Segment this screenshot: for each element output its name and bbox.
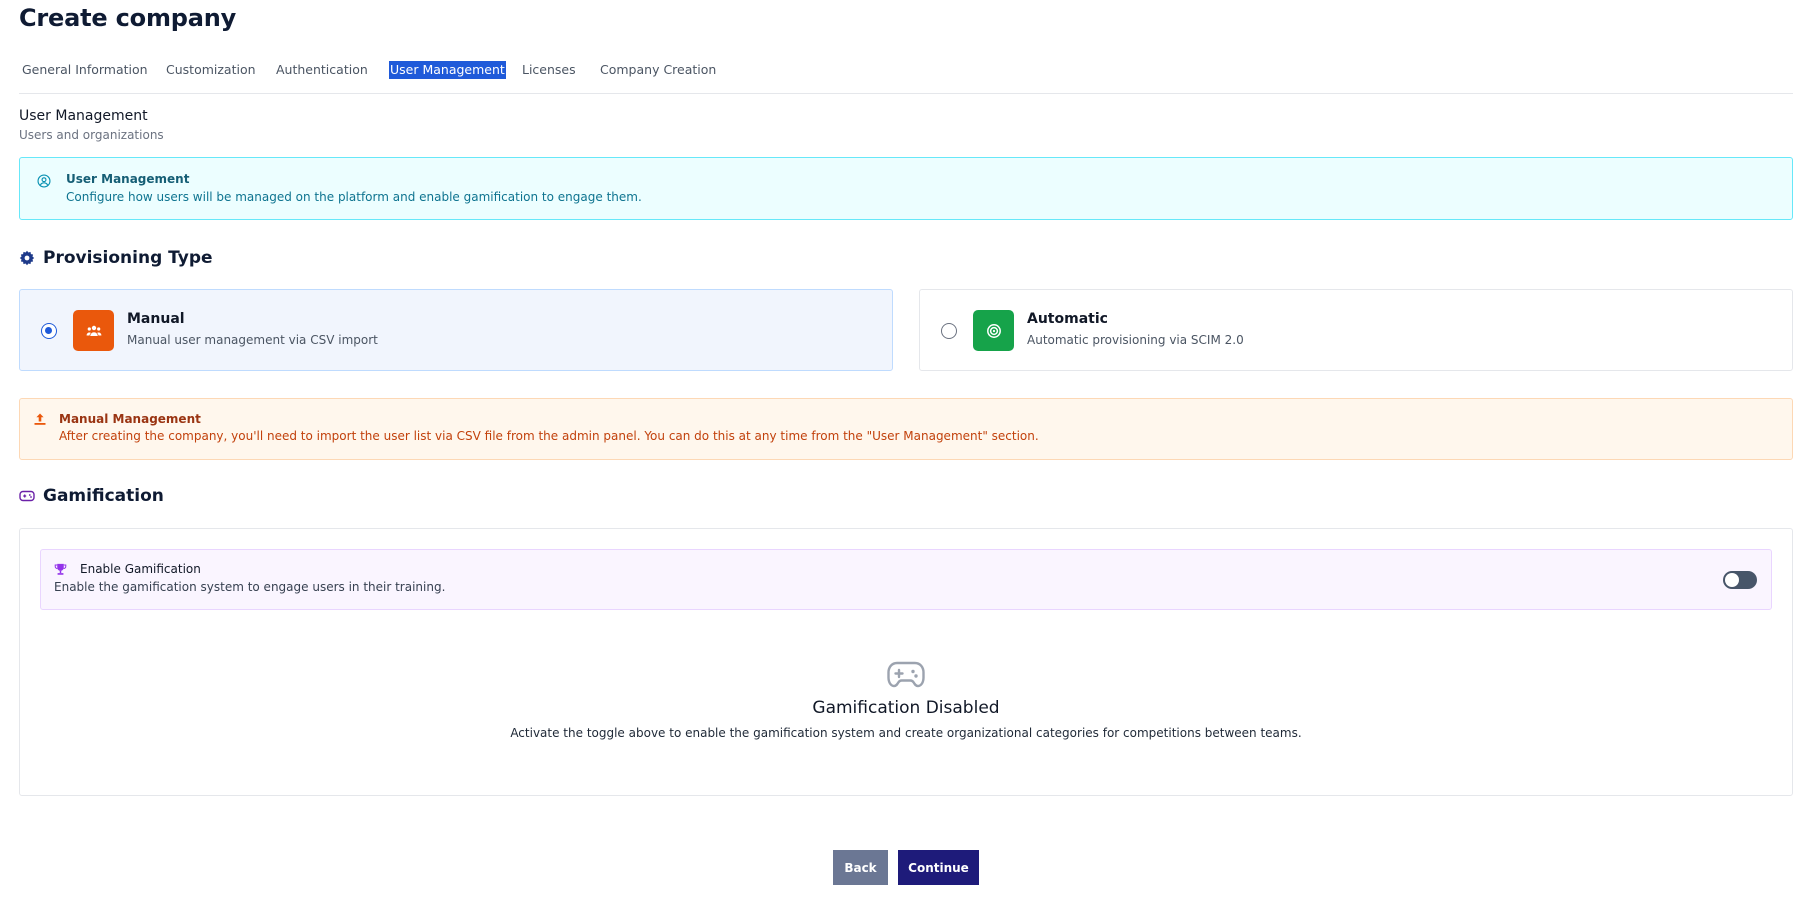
empty-state-title: Gamification Disabled bbox=[812, 698, 1000, 718]
manual-title: Manual bbox=[127, 311, 185, 327]
notice-description: After creating the company, you'll need … bbox=[59, 429, 1039, 443]
section-header: User Management Users and organizations bbox=[19, 108, 164, 142]
gamification-toggle[interactable] bbox=[1723, 571, 1757, 589]
gamification-heading-label: Gamification bbox=[43, 486, 164, 506]
tab-licenses[interactable]: Licenses bbox=[522, 61, 576, 79]
notice-title: Manual Management bbox=[59, 412, 201, 426]
info-description: Configure how users will be managed on t… bbox=[66, 190, 642, 204]
gamification-panel: Enable Gamification Enable the gamificat… bbox=[19, 528, 1793, 796]
tab-customization[interactable]: Customization bbox=[166, 61, 256, 79]
tab-company-creation[interactable]: Company Creation bbox=[600, 61, 716, 79]
manual-icon-tile bbox=[73, 310, 114, 351]
toggle-knob bbox=[1725, 573, 1739, 587]
enable-gamification-description: Enable the gamification system to engage… bbox=[54, 580, 446, 594]
enable-gamification-row: Enable Gamification Enable the gamificat… bbox=[40, 549, 1772, 610]
automatic-title: Automatic bbox=[1027, 311, 1108, 327]
users-icon bbox=[86, 325, 101, 336]
manual-management-notice: Manual Management After creating the com… bbox=[19, 398, 1793, 460]
tab-authentication[interactable]: Authentication bbox=[276, 61, 368, 79]
manual-description: Manual user management via CSV import bbox=[127, 333, 378, 347]
provisioning-heading: Provisioning Type bbox=[19, 248, 213, 268]
provisioning-option-automatic[interactable]: Automatic Automatic provisioning via SCI… bbox=[919, 289, 1793, 371]
tab-user-management[interactable]: User Management bbox=[389, 61, 506, 79]
user-circle-icon bbox=[37, 174, 51, 188]
gamification-empty-state: Gamification Disabled Activate the toggl… bbox=[20, 659, 1792, 740]
info-title: User Management bbox=[66, 172, 190, 186]
tab-bar: General Information Customization Authen… bbox=[19, 61, 1793, 94]
gear-icon bbox=[19, 250, 35, 266]
tab-general-information[interactable]: General Information bbox=[22, 61, 148, 79]
gamepad-icon bbox=[887, 661, 925, 688]
section-title: User Management bbox=[19, 108, 148, 124]
info-banner: User Management Configure how users will… bbox=[19, 157, 1793, 220]
gamepad-icon bbox=[19, 490, 35, 502]
provisioning-heading-label: Provisioning Type bbox=[43, 248, 213, 268]
trophy-icon bbox=[54, 563, 67, 575]
page-title: Create company bbox=[19, 4, 237, 32]
empty-state-description: Activate the toggle above to enable the … bbox=[510, 726, 1302, 740]
provisioning-option-manual[interactable]: Manual Manual user management via CSV im… bbox=[19, 289, 893, 371]
automatic-radio[interactable] bbox=[941, 323, 957, 339]
upload-icon bbox=[34, 413, 46, 425]
automatic-description: Automatic provisioning via SCIM 2.0 bbox=[1027, 333, 1244, 347]
manual-radio[interactable] bbox=[41, 323, 57, 339]
back-button[interactable]: Back bbox=[833, 850, 888, 885]
automatic-icon-tile bbox=[973, 310, 1014, 351]
gamification-heading: Gamification bbox=[19, 486, 164, 506]
enable-gamification-title: Enable Gamification bbox=[80, 562, 201, 576]
section-subtitle: Users and organizations bbox=[19, 128, 164, 142]
target-icon bbox=[986, 323, 1001, 338]
continue-button[interactable]: Continue bbox=[898, 850, 979, 885]
